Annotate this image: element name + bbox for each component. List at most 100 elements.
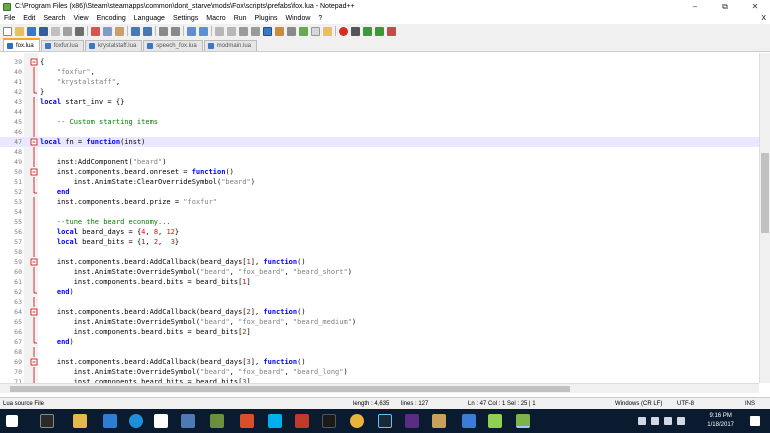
code-line[interactable]: 40 "foxfur", <box>0 67 759 77</box>
code-text[interactable]: "foxfur", <box>40 67 95 77</box>
code-line[interactable]: 45 -- Custom starting items <box>0 117 759 127</box>
tab-foxfur-lua[interactable]: foxfur.lua <box>40 40 85 51</box>
line-number[interactable]: 61 <box>0 277 22 287</box>
code-line[interactable]: 61 inst.components.beard.bits = beard_bi… <box>0 277 759 287</box>
code-text[interactable]: local beard_bits = {1, 2, 3} <box>40 237 179 247</box>
line-number[interactable]: 46 <box>0 127 22 137</box>
sync-horizontal-icon[interactable] <box>227 26 236 36</box>
function-list-icon[interactable] <box>299 26 308 36</box>
fold-toggle-icon[interactable] <box>30 357 38 367</box>
fold-toggle-icon[interactable] <box>30 57 38 67</box>
line-number[interactable]: 47 <box>0 137 22 147</box>
close-document-button[interactable]: X <box>761 13 766 24</box>
network-tray-icon[interactable] <box>638 417 646 425</box>
line-number[interactable]: 42 <box>0 87 22 97</box>
code-line[interactable]: 53 inst.components.beard.prize = "foxfur… <box>0 197 759 207</box>
tab-modmain-lua[interactable]: modmain.lua <box>203 40 258 51</box>
code-line[interactable]: 69 inst.components.beard:AddCallback(bea… <box>0 357 759 367</box>
code-line[interactable]: 43 local start_inv = {} <box>0 97 759 107</box>
menu-encoding[interactable]: Encoding <box>93 13 130 24</box>
media-player-icon[interactable] <box>240 414 254 428</box>
code-line[interactable]: 55 --tune the beard economy... <box>0 217 759 227</box>
code-line[interactable]: 50 inst.components.beard.onreset = funct… <box>0 167 759 177</box>
code-text[interactable]: inst.components.beard.bits = beard_bits[… <box>40 277 251 287</box>
fold-toggle-icon[interactable] <box>30 257 38 267</box>
code-line[interactable]: 46 <box>0 127 759 137</box>
code-line[interactable]: 42} <box>0 87 759 97</box>
calendar-icon[interactable] <box>462 414 476 428</box>
code-line[interactable]: 39 { <box>0 57 759 67</box>
steam-icon[interactable] <box>378 414 392 428</box>
line-number[interactable]: 45 <box>0 117 22 127</box>
code-text[interactable]: end) <box>40 287 74 297</box>
code-text[interactable]: inst.components.beard.prize = "foxfur" <box>40 197 217 207</box>
open-file-icon[interactable] <box>15 26 24 36</box>
code-text[interactable]: { <box>40 57 44 67</box>
action-center-icon[interactable] <box>750 416 760 426</box>
code-line[interactable]: 70 inst.AnimState:OverrideSymbol("beard"… <box>0 367 759 377</box>
code-text[interactable]: inst.AnimState:OverrideSymbol("beard", "… <box>40 267 352 277</box>
minimize-button[interactable]: – <box>680 0 710 13</box>
edge-browser-icon[interactable] <box>129 414 143 428</box>
purple-app-icon[interactable] <box>405 414 419 428</box>
game-icon[interactable] <box>432 414 446 428</box>
line-number[interactable]: 53 <box>0 197 22 207</box>
line-number[interactable]: 44 <box>0 107 22 117</box>
code-line[interactable]: 65 inst.AnimState:OverrideSymbol("beard"… <box>0 317 759 327</box>
line-number[interactable]: 62 <box>0 287 22 297</box>
code-line[interactable]: 63 <box>0 297 759 307</box>
code-text[interactable]: inst.components.beard.onreset = function… <box>40 167 234 177</box>
menu-view[interactable]: View <box>70 13 93 24</box>
line-number[interactable]: 57 <box>0 237 22 247</box>
code-line[interactable]: 51 inst.AnimState:ClearOverrideSymbol("b… <box>0 177 759 187</box>
tab-speech-fox-lua[interactable]: speech_fox.lua <box>143 40 203 51</box>
code-line[interactable]: 57 local beard_bits = {1, 2, 3} <box>0 237 759 247</box>
line-number[interactable]: 40 <box>0 67 22 77</box>
menu-search[interactable]: Search <box>39 13 69 24</box>
line-number[interactable]: 54 <box>0 207 22 217</box>
code-text[interactable]: --tune the beard economy... <box>40 217 171 227</box>
stop-recording-icon[interactable] <box>351 26 360 36</box>
taskbar-clock[interactable]: 9:16 PM 1/18/2017 <box>707 412 734 430</box>
line-number[interactable]: 69 <box>0 357 22 367</box>
file-explorer-icon[interactable] <box>73 414 87 428</box>
code-line[interactable]: 59 inst.components.beard:AddCallback(bea… <box>0 257 759 267</box>
dark-app-icon[interactable] <box>322 414 336 428</box>
menu-run[interactable]: Run <box>230 13 251 24</box>
code-line[interactable]: 67 end) <box>0 337 759 347</box>
redo-icon[interactable] <box>143 26 152 36</box>
tab-fox-lua[interactable]: fox.lua <box>3 38 40 51</box>
menu-plugins[interactable]: Plugins <box>251 13 282 24</box>
line-number[interactable]: 60 <box>0 267 22 277</box>
indent-guide-icon[interactable] <box>263 26 272 36</box>
amazon-icon[interactable] <box>154 414 168 428</box>
line-number[interactable]: 58 <box>0 247 22 257</box>
menu-help[interactable]: ? <box>314 13 326 24</box>
code-text[interactable]: inst.AnimState:OverrideSymbol("beard", "… <box>40 317 356 327</box>
new-file-icon[interactable] <box>3 26 12 36</box>
code-text[interactable]: inst.components.beard:AddCallback(beard_… <box>40 307 306 317</box>
line-number[interactable]: 52 <box>0 187 22 197</box>
show-all-characters-icon[interactable] <box>251 26 260 36</box>
battery-tray-icon[interactable] <box>664 417 672 425</box>
save-macro-icon[interactable] <box>387 26 396 36</box>
line-number[interactable]: 50 <box>0 167 22 177</box>
line-number[interactable]: 67 <box>0 337 22 347</box>
sync-vertical-icon[interactable] <box>215 26 224 36</box>
code-line[interactable]: 54 <box>0 207 759 217</box>
word-wrap-icon[interactable] <box>239 26 248 36</box>
line-number[interactable]: 51 <box>0 177 22 187</box>
close-button[interactable]: ✕ <box>740 0 770 13</box>
code-line[interactable]: 64 inst.components.beard:AddCallback(bea… <box>0 307 759 317</box>
code-text[interactable]: inst:AddComponent("beard") <box>40 157 167 167</box>
menu-window[interactable]: Window <box>282 13 315 24</box>
monitoring-icon[interactable] <box>323 26 332 36</box>
line-number[interactable]: 68 <box>0 347 22 357</box>
paste-icon[interactable] <box>115 26 124 36</box>
folder-as-workspace-icon[interactable] <box>311 26 320 36</box>
vertical-scroll-thumb[interactable] <box>761 153 769 233</box>
fold-toggle-icon[interactable] <box>30 137 38 147</box>
line-number[interactable]: 63 <box>0 297 22 307</box>
code-line[interactable]: 44 <box>0 107 759 117</box>
close-file-icon[interactable] <box>51 26 60 36</box>
